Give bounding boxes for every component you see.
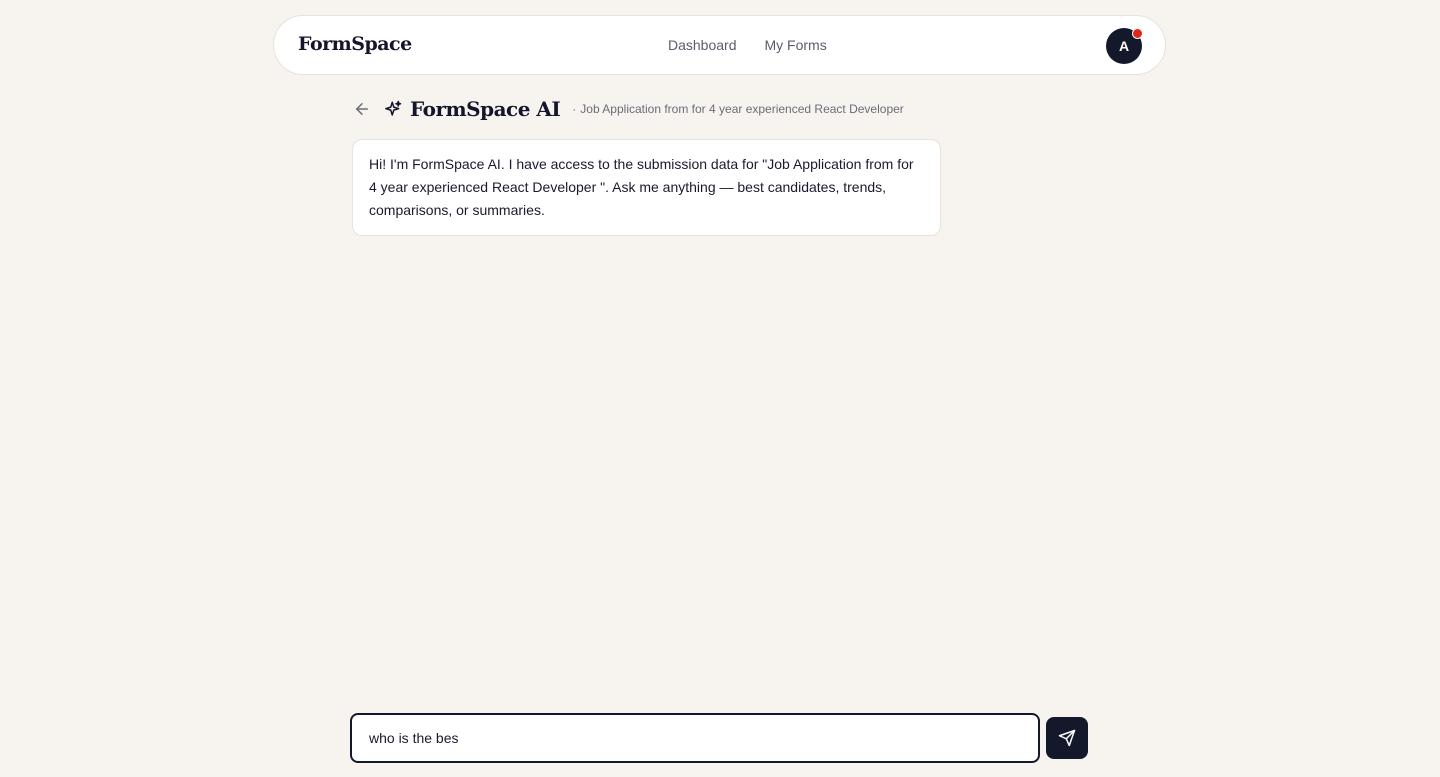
notification-dot xyxy=(1132,28,1143,39)
brand-logo[interactable]: FormSpace xyxy=(298,33,412,55)
send-button[interactable] xyxy=(1046,717,1088,759)
chat-title: FormSpace AI xyxy=(410,97,561,121)
title-separator: · xyxy=(572,102,577,116)
form-name-subtitle: Job Application from for 4 year experien… xyxy=(580,102,904,116)
chat-header: FormSpace AI · Job Application from for … xyxy=(352,96,904,122)
user-avatar[interactable]: A xyxy=(1106,28,1143,64)
nav-links: Dashboard My Forms xyxy=(668,37,827,53)
send-icon xyxy=(1058,729,1076,747)
sparkle-icon xyxy=(384,100,402,118)
back-button[interactable] xyxy=(352,99,372,119)
nav-link-dashboard[interactable]: Dashboard xyxy=(668,37,737,53)
avatar-initial: A xyxy=(1118,38,1130,54)
nav-link-my-forms[interactable]: My Forms xyxy=(765,37,827,53)
chat-input[interactable] xyxy=(369,730,1021,746)
assistant-message: Hi! I'm FormSpace AI. I have access to t… xyxy=(352,139,941,236)
top-navbar: FormSpace Dashboard My Forms A xyxy=(273,15,1166,75)
arrow-left-icon xyxy=(356,103,368,115)
message-composer xyxy=(350,713,1040,763)
